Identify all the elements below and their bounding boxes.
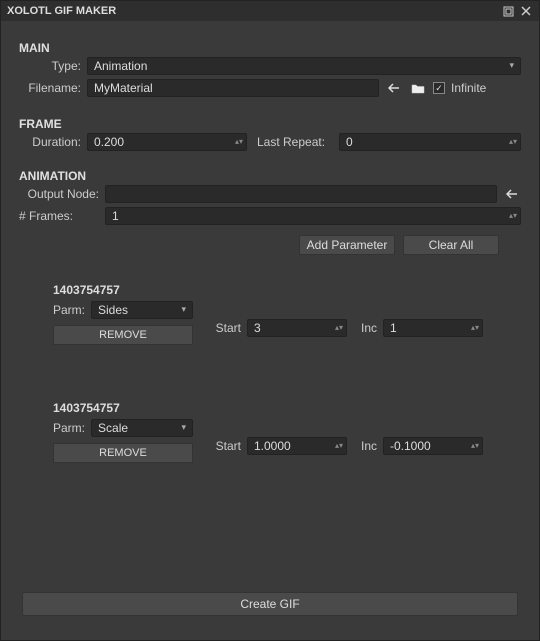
remove-label: REMOVE xyxy=(99,329,147,341)
frames-input[interactable]: 1 ▴▾ xyxy=(105,207,521,225)
parameter-block: 1403754757 Parm: Scale REMOVE Start xyxy=(53,401,521,463)
last-repeat-value: 0 xyxy=(346,135,353,149)
parm-value: Scale xyxy=(98,421,128,435)
section-main-heading: MAIN xyxy=(19,41,521,55)
remove-button[interactable]: REMOVE xyxy=(53,443,193,463)
duration-value: 0.200 xyxy=(94,135,124,149)
spinner-icon[interactable]: ▴▾ xyxy=(509,208,517,224)
parm-label: Parm: xyxy=(53,303,85,317)
start-value: 1.0000 xyxy=(254,439,291,453)
inc-value: -0.1000 xyxy=(390,439,431,453)
parm-value: Sides xyxy=(98,303,128,317)
filename-input[interactable]: MyMaterial xyxy=(87,79,379,97)
inc-label: Inc xyxy=(353,321,377,335)
arrow-left-icon[interactable] xyxy=(503,186,521,202)
frames-row: # Frames: 1 ▴▾ xyxy=(19,207,521,225)
type-label: Type: xyxy=(19,59,81,73)
clear-all-button[interactable]: Clear All xyxy=(403,235,499,255)
popout-icon[interactable] xyxy=(501,4,515,18)
frames-value: 1 xyxy=(112,209,119,223)
inc-input[interactable]: 1 ▴▾ xyxy=(383,319,483,337)
add-parameter-button[interactable]: Add Parameter xyxy=(299,235,395,255)
animation-buttons: Add Parameter Clear All xyxy=(19,235,521,255)
spinner-icon[interactable]: ▴▾ xyxy=(509,134,517,150)
window: XOLOTL GIF MAKER MAIN Type: Animation Fi… xyxy=(0,0,540,641)
frame-row: Duration: 0.200 ▴▾ Last Repeat: 0 ▴▾ xyxy=(19,133,521,151)
section-animation-heading: ANIMATION xyxy=(19,169,521,183)
inc-value: 1 xyxy=(390,321,397,335)
last-repeat-input[interactable]: 0 ▴▾ xyxy=(339,133,521,151)
parameter-id: 1403754757 xyxy=(53,283,521,297)
type-select[interactable]: Animation xyxy=(87,57,521,75)
spinner-icon[interactable]: ▴▾ xyxy=(335,438,343,454)
remove-button[interactable]: REMOVE xyxy=(53,325,193,345)
duration-label: Duration: xyxy=(19,135,81,149)
infinite-check-mark: ✓ xyxy=(435,83,443,94)
duration-input[interactable]: 0.200 ▴▾ xyxy=(87,133,247,151)
create-gif-label: Create GIF xyxy=(240,597,299,611)
parameter-block: 1403754757 Parm: Sides REMOVE Start xyxy=(53,283,521,345)
parm-select[interactable]: Sides xyxy=(91,301,193,319)
filename-value: MyMaterial xyxy=(94,81,153,95)
parm-label: Parm: xyxy=(53,421,85,435)
parameter-id: 1403754757 xyxy=(53,401,521,415)
filename-row: Filename: MyMaterial ✓ Infinite xyxy=(19,79,521,97)
add-parameter-label: Add Parameter xyxy=(307,238,388,252)
infinite-label: Infinite xyxy=(451,81,486,95)
start-input[interactable]: 3 ▴▾ xyxy=(247,319,347,337)
arrow-left-icon[interactable] xyxy=(385,80,403,96)
output-node-row: Output Node: xyxy=(19,185,521,203)
folder-icon[interactable] xyxy=(409,80,427,96)
filename-label: Filename: xyxy=(19,81,81,95)
inc-input[interactable]: -0.1000 ▴▾ xyxy=(383,437,483,455)
create-gif-button[interactable]: Create GIF xyxy=(22,592,518,616)
output-node-label: Output Node: xyxy=(19,187,99,201)
close-icon[interactable] xyxy=(519,4,533,18)
spinner-icon[interactable]: ▴▾ xyxy=(335,320,343,336)
output-node-input[interactable] xyxy=(105,185,497,203)
spinner-icon[interactable]: ▴▾ xyxy=(471,320,479,336)
type-value: Animation xyxy=(94,59,147,73)
start-input[interactable]: 1.0000 ▴▾ xyxy=(247,437,347,455)
frames-label: # Frames: xyxy=(19,209,99,223)
last-repeat-label: Last Repeat: xyxy=(257,135,333,149)
titlebar: XOLOTL GIF MAKER xyxy=(1,1,539,21)
inc-label: Inc xyxy=(353,439,377,453)
content-area: MAIN Type: Animation Filename: MyMateria… xyxy=(1,21,539,640)
start-label: Start xyxy=(201,321,241,335)
section-frame-heading: FRAME xyxy=(19,117,521,131)
window-title: XOLOTL GIF MAKER xyxy=(7,5,116,17)
remove-label: REMOVE xyxy=(99,447,147,459)
type-row: Type: Animation xyxy=(19,57,521,75)
spinner-icon[interactable]: ▴▾ xyxy=(235,134,243,150)
start-label: Start xyxy=(201,439,241,453)
infinite-checkbox[interactable]: ✓ xyxy=(433,82,445,94)
start-value: 3 xyxy=(254,321,261,335)
parm-select[interactable]: Scale xyxy=(91,419,193,437)
clear-all-label: Clear All xyxy=(429,238,474,252)
spinner-icon[interactable]: ▴▾ xyxy=(471,438,479,454)
